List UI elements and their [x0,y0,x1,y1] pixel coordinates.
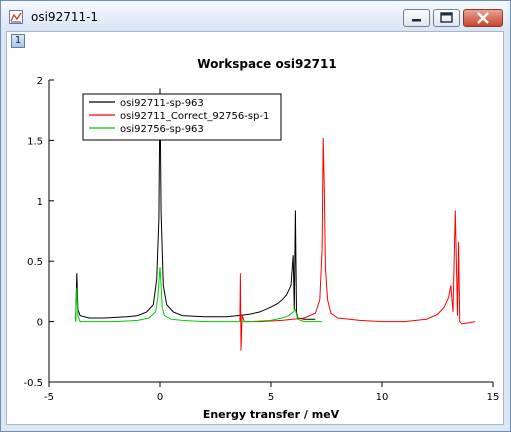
x-tick-label: -5 [44,392,54,403]
legend[interactable]: osi92711-sp-963 osi92711_Correct_92756-sp… [82,93,282,141]
x-axis-label: Energy transfer / meV [203,408,340,421]
maximize-icon [440,12,453,23]
maximize-button[interactable] [433,9,460,27]
series-line-3 [75,267,323,323]
x-tick-label: 5 [268,392,274,403]
legend-label: osi92711_Correct_92756-sp-1 [120,111,269,122]
graph-icon [9,10,23,24]
close-button[interactable] [463,9,503,27]
y-tick-label: 2 [37,76,43,87]
x-axis: -5 0 5 10 15 [44,382,499,403]
title-bar[interactable]: osi92711-1 [1,1,510,31]
y-tick-label: 1 [37,197,43,208]
y-tick-label: -0.5 [23,378,43,389]
plot-area: 1 Workspace osi92711 -0.5 0 0.5 1 1.5 2 -5 0 5 1… [6,31,504,425]
y-tick-label: 1.5 [27,136,43,147]
y-tick-label: 0 [37,318,43,329]
close-icon [477,12,489,24]
minimize-button[interactable] [403,9,430,27]
minimize-icon [412,19,421,22]
x-tick-label: 15 [487,392,500,403]
plot-window: osi92711-1 1 Workspace osi92711 -0.5 0 0… [0,0,511,432]
x-tick-label: 10 [376,392,389,403]
series-line-2 [239,137,476,351]
chart: Workspace osi92711 -0.5 0 0.5 1 1.5 2 -5 0 5 10 1… [23,57,499,421]
window-title: osi92711-1 [31,10,99,24]
legend-label: osi92711-sp-963 [120,98,204,109]
y-tick-label: 0.5 [27,257,43,268]
x-tick-label: 0 [157,392,163,403]
legend-label: osi92756-sp-963 [120,124,204,135]
chart-title: Workspace osi92711 [197,57,336,71]
